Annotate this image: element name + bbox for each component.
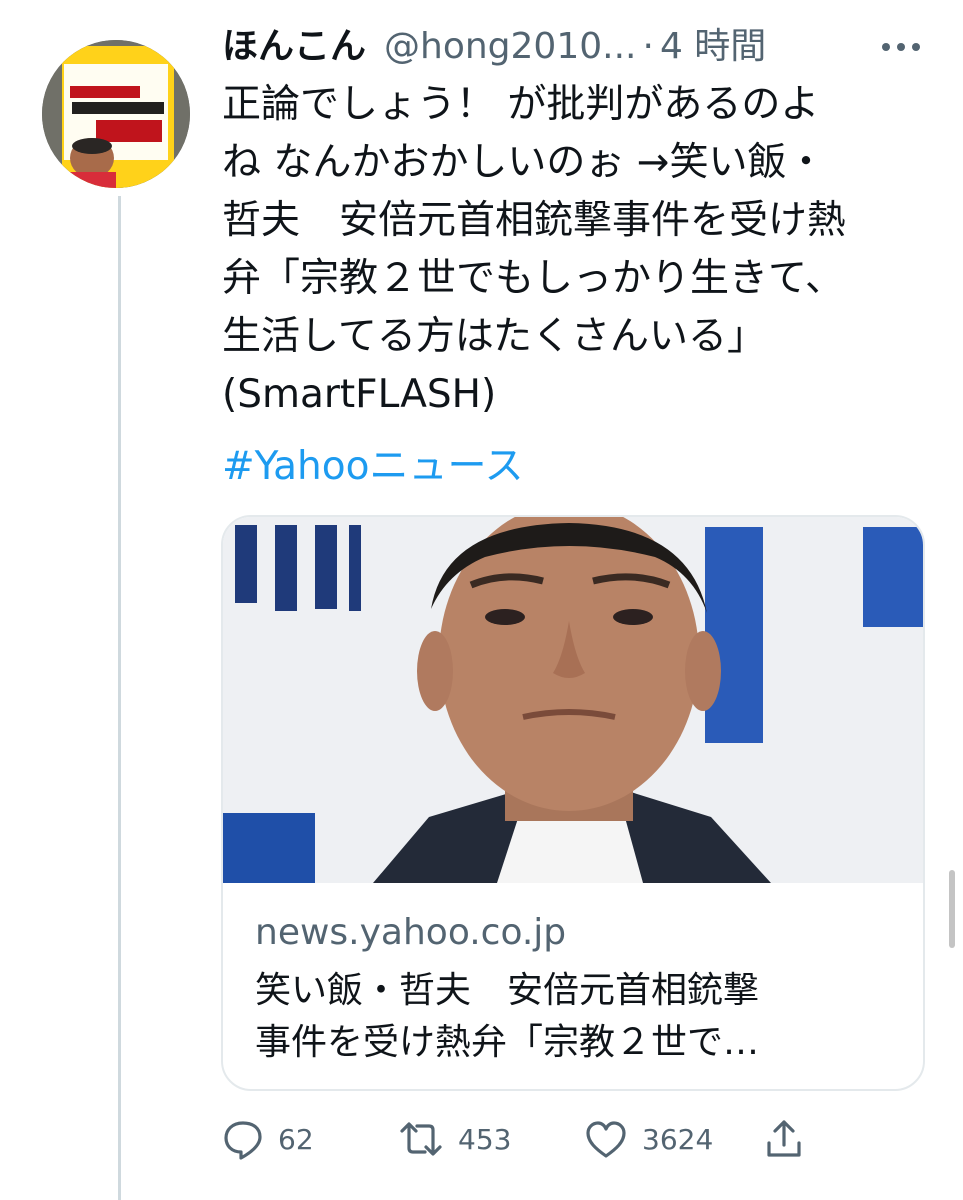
like-button[interactable]: 3624 [584,1112,713,1166]
separator-dot: · [642,26,654,67]
more-button[interactable] [876,30,926,64]
more-icon [882,43,920,51]
tweet-header: ほんこん @hong2010... · 4 時間 [222,20,922,74]
card-domain: news.yahoo.co.jp [255,912,567,953]
avatar[interactable] [42,40,190,188]
user-handle[interactable]: @hong2010... [384,20,636,74]
like-icon [586,1121,626,1158]
reply-icon [224,1121,262,1160]
thread-line [118,196,121,1200]
card-photo [223,517,923,883]
like-count: 3624 [642,1122,714,1156]
share-icon [767,1120,801,1157]
hashtag-link[interactable]: #Yahooニュース [222,438,524,496]
tweet-time[interactable]: 4 時間 [660,20,766,74]
retweet-icon [400,1122,442,1156]
reply-button[interactable]: 62 [222,1112,314,1166]
share-button[interactable] [764,1112,804,1166]
retweet-count: 453 [458,1122,512,1156]
display-name[interactable]: ほんこん [222,20,366,74]
reply-count: 62 [278,1122,314,1156]
card-image [223,517,923,883]
retweet-button[interactable]: 453 [398,1112,511,1166]
link-card[interactable]: news.yahoo.co.jp 笑い飯・哲夫 安倍元首相銃撃 事件を受け熱弁「… [221,515,925,1091]
avatar-image [42,40,190,188]
card-title: 笑い飯・哲夫 安倍元首相銃撃 事件を受け熱弁「宗教２世で… [255,970,760,1063]
scrollbar[interactable] [949,870,955,948]
tweet-text: 正論でしょう！ が批判があるのよ ね なんかおかしいのぉ →笑い飯・ 哲夫 安倍… [222,82,847,417]
action-bar: 62 453 3624 [222,1112,922,1166]
